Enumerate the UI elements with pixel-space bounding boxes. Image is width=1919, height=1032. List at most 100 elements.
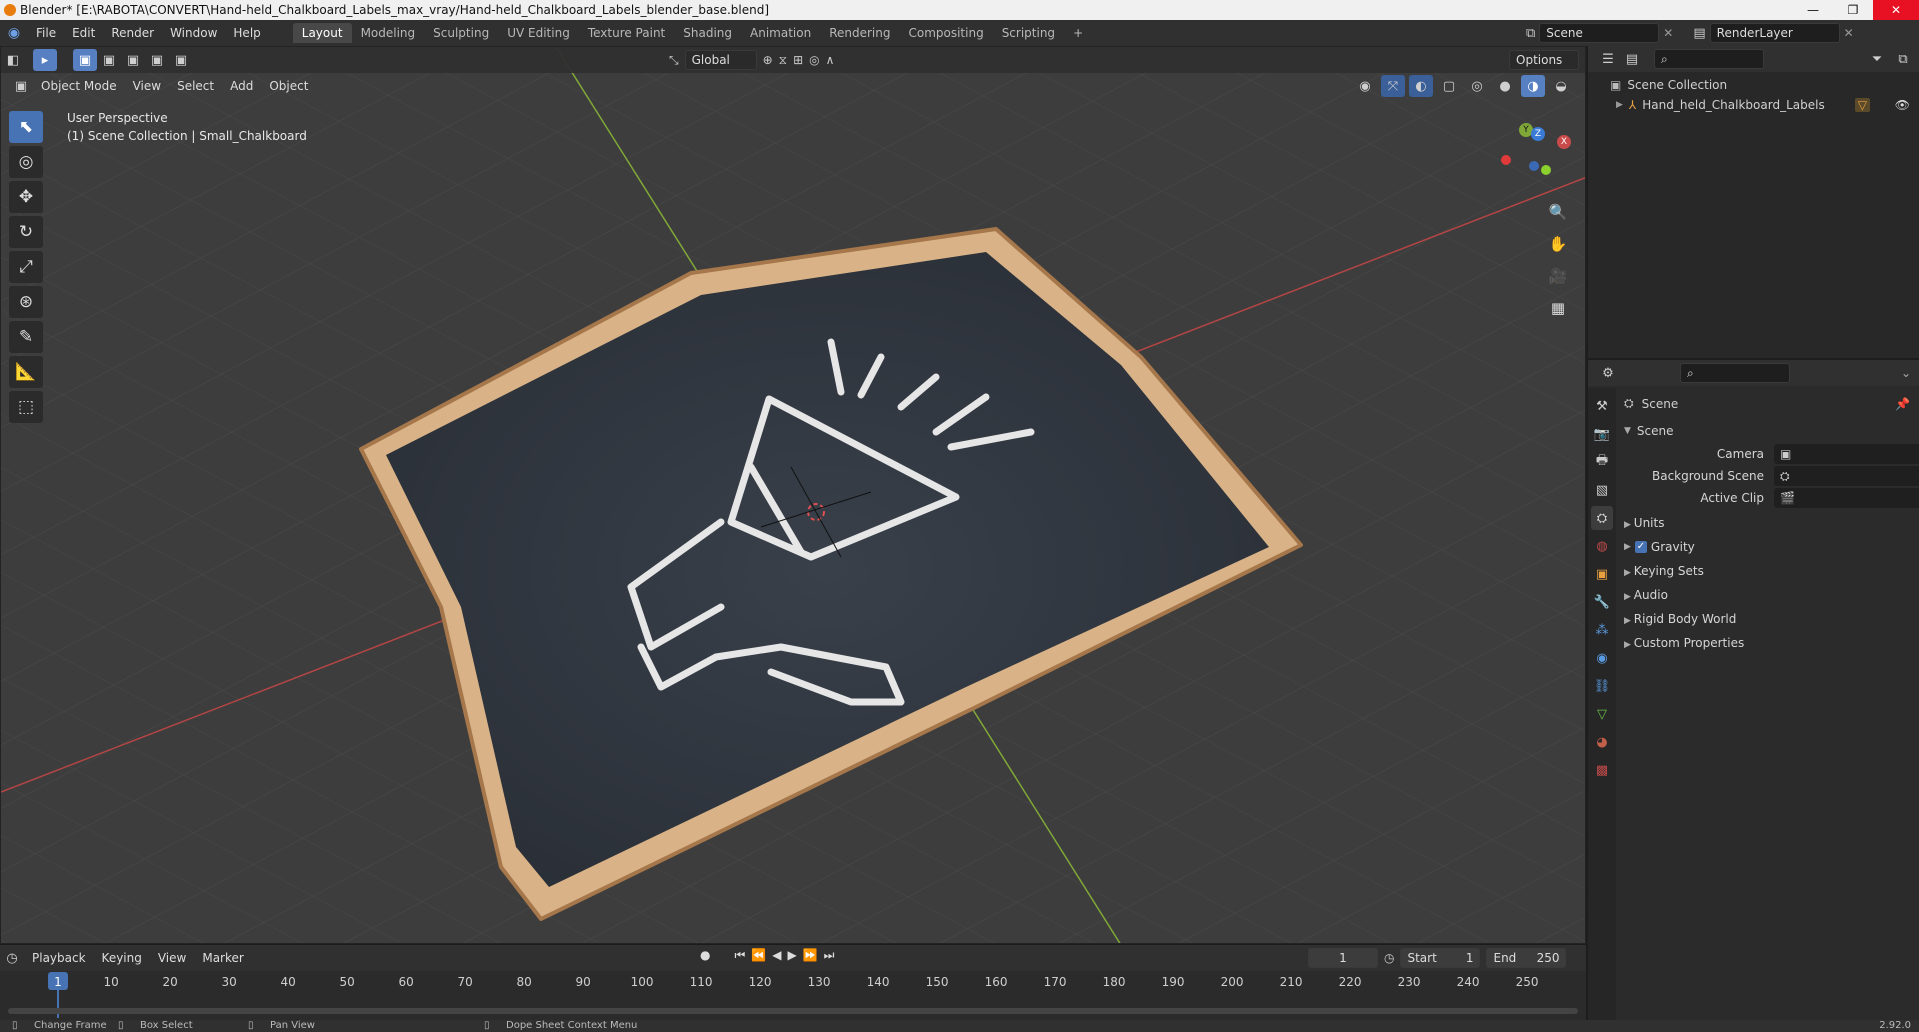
rotate-tool-icon[interactable]: ↻: [9, 216, 43, 248]
display-mode-icon[interactable]: ▤: [1620, 48, 1644, 70]
visibility-eye-icon[interactable]: 👁: [1895, 98, 1910, 112]
scene-panel-header[interactable]: ▼ Scene: [1624, 424, 1674, 438]
mode-dropdown[interactable]: Object Mode: [33, 77, 125, 95]
jump-end-icon[interactable]: ⏭: [824, 948, 835, 963]
select-mode-icon[interactable]: ▸: [33, 49, 57, 71]
outliner-root[interactable]: ▣ Scene Collection: [1610, 78, 1727, 92]
camera-field[interactable]: ▣✒: [1774, 444, 1919, 464]
play-reverse-icon[interactable]: ◀: [772, 948, 781, 963]
editor-type-icon[interactable]: ◧: [1, 49, 25, 71]
section-custom-properties[interactable]: ▶ Custom Properties: [1624, 636, 1744, 650]
section-rigid-body-world[interactable]: ▶ Rigid Body World: [1624, 612, 1736, 626]
snap-icon[interactable]: ⧖: [779, 53, 787, 68]
transform-orientation-icon[interactable]: ⤡: [669, 53, 679, 68]
next-keyframe-icon[interactable]: ⏩: [803, 948, 818, 963]
timeline-editor-icon[interactable]: ◷: [0, 947, 24, 969]
view-layer-tab-icon[interactable]: ▧: [1591, 478, 1613, 502]
maximize-button[interactable]: ❐: [1833, 0, 1873, 20]
gizmo-toggle-icon[interactable]: ⤧: [1381, 75, 1405, 97]
constraints-tab-icon[interactable]: ⛓: [1591, 674, 1613, 698]
texture-tab-icon[interactable]: ▩: [1591, 758, 1613, 782]
data-tab-icon[interactable]: ▽: [1591, 702, 1613, 726]
box-select-subtract-icon[interactable]: ▣: [121, 49, 145, 71]
properties-search-input[interactable]: ⌕: [1680, 363, 1790, 383]
render-layer-field[interactable]: RenderLayer: [1709, 23, 1840, 43]
cursor-tool-icon[interactable]: ◎: [9, 146, 43, 178]
tab-scripting[interactable]: Scripting: [993, 23, 1064, 43]
outliner-item[interactable]: ▶ ⅄ Hand_held_Chalkboard_Labels ▽ 👁: [1616, 98, 1916, 112]
wireframe-shading-icon[interactable]: ◎: [1465, 75, 1489, 97]
render-layer-close-icon[interactable]: ✕: [1844, 26, 1854, 40]
tab-shading[interactable]: Shading: [674, 23, 741, 43]
gizmo-z-axis[interactable]: Z: [1531, 127, 1545, 141]
camera-view-icon[interactable]: 🎥: [1545, 263, 1571, 289]
section-gravity[interactable]: ▶ ✓ Gravity: [1624, 540, 1695, 554]
menu-edit[interactable]: Edit: [64, 26, 103, 40]
tab-rendering[interactable]: Rendering: [820, 23, 899, 43]
menu-timeline-view[interactable]: View: [150, 949, 194, 967]
add-workspace-button[interactable]: +: [1064, 23, 1092, 43]
solid-shading-icon[interactable]: ●: [1493, 75, 1517, 97]
pin-icon[interactable]: 📌: [1895, 397, 1910, 411]
material-shading-icon[interactable]: ◑: [1521, 75, 1545, 97]
gizmo-x-axis[interactable]: X: [1557, 135, 1571, 149]
tab-animation[interactable]: Animation: [741, 23, 820, 43]
xray-icon[interactable]: ▢: [1437, 75, 1461, 97]
close-button[interactable]: ✕: [1873, 0, 1919, 20]
tab-uv-editing[interactable]: UV Editing: [498, 23, 579, 43]
current-frame-field[interactable]: 1: [1308, 948, 1378, 968]
menu-help[interactable]: Help: [225, 26, 268, 40]
3d-viewport[interactable]: ◧ ▸ ▣ ▣ ▣ ▣ ▣ ⤡ Global ⊕ ⧖ ⊞ ◎ ∧ Options…: [0, 46, 1586, 944]
section-keying-sets[interactable]: ▶ Keying Sets: [1624, 564, 1704, 578]
visibility-icon[interactable]: ◉: [1353, 75, 1377, 97]
gizmo-neg-y[interactable]: [1541, 165, 1551, 175]
start-frame-field[interactable]: Start 1: [1400, 948, 1481, 968]
gizmo-neg-x[interactable]: [1501, 155, 1511, 165]
pan-hand-icon[interactable]: ✋: [1545, 231, 1571, 257]
scale-tool-icon[interactable]: ⤢: [9, 251, 43, 283]
output-tab-icon[interactable]: 🖶: [1591, 450, 1613, 474]
box-select-new-icon[interactable]: ▣: [73, 49, 97, 71]
move-tool-icon[interactable]: ✥: [9, 181, 43, 213]
menu-object[interactable]: Object: [261, 77, 316, 95]
modifier-tab-icon[interactable]: 🔧: [1591, 590, 1613, 614]
ortho-grid-icon[interactable]: ▦: [1545, 295, 1571, 321]
pivot-point-icon[interactable]: ⊕: [763, 53, 773, 67]
object-tab-icon[interactable]: ▣: [1591, 562, 1613, 586]
properties-editor-icon[interactable]: ⚙: [1596, 362, 1620, 384]
expand-arrow-icon[interactable]: ▶: [1616, 100, 1623, 110]
section-audio[interactable]: ▶ Audio: [1624, 588, 1668, 602]
menu-playback[interactable]: Playback: [24, 949, 94, 967]
minimize-button[interactable]: —: [1793, 0, 1833, 20]
scene-tab-icon[interactable]: ⛭: [1591, 506, 1613, 530]
world-tab-icon[interactable]: ◍: [1591, 534, 1613, 558]
gravity-checkbox[interactable]: ✓: [1634, 541, 1647, 553]
render-tab-icon[interactable]: 📷: [1591, 422, 1613, 446]
proportional-edit-icon[interactable]: ◎: [809, 53, 819, 67]
menu-file[interactable]: File: [28, 26, 64, 40]
particles-tab-icon[interactable]: ⁂: [1591, 618, 1613, 642]
chevron-down-icon[interactable]: ⌄: [1901, 366, 1911, 380]
box-select-invert-icon[interactable]: ▣: [145, 49, 169, 71]
tab-sculpting[interactable]: Sculpting: [424, 23, 498, 43]
box-select-intersect-icon[interactable]: ▣: [169, 49, 193, 71]
scene-close-icon[interactable]: ✕: [1663, 26, 1673, 40]
timeline-scrollbar[interactable]: [8, 1008, 1578, 1014]
new-collection-icon[interactable]: ⧉: [1891, 48, 1915, 70]
box-select-extend-icon[interactable]: ▣: [97, 49, 121, 71]
blender-menu-icon[interactable]: ◉: [0, 25, 28, 41]
section-units[interactable]: ▶ Units: [1624, 516, 1664, 530]
menu-view[interactable]: View: [125, 77, 169, 95]
menu-window[interactable]: Window: [162, 26, 225, 40]
tab-modeling[interactable]: Modeling: [352, 23, 425, 43]
record-icon[interactable]: ●: [700, 948, 710, 963]
tab-compositing[interactable]: Compositing: [899, 23, 992, 43]
background-scene-field[interactable]: ⛭: [1774, 466, 1919, 486]
measure-tool-icon[interactable]: 📐: [9, 356, 43, 388]
add-cube-tool-icon[interactable]: ⬚: [9, 391, 43, 423]
scene-icon[interactable]: ⧉: [1526, 26, 1535, 41]
render-layer-icon[interactable]: ▤: [1693, 26, 1705, 41]
menu-select[interactable]: Select: [169, 77, 222, 95]
gizmo-neg-z[interactable]: [1529, 161, 1539, 171]
end-frame-field[interactable]: End 250: [1486, 948, 1567, 968]
